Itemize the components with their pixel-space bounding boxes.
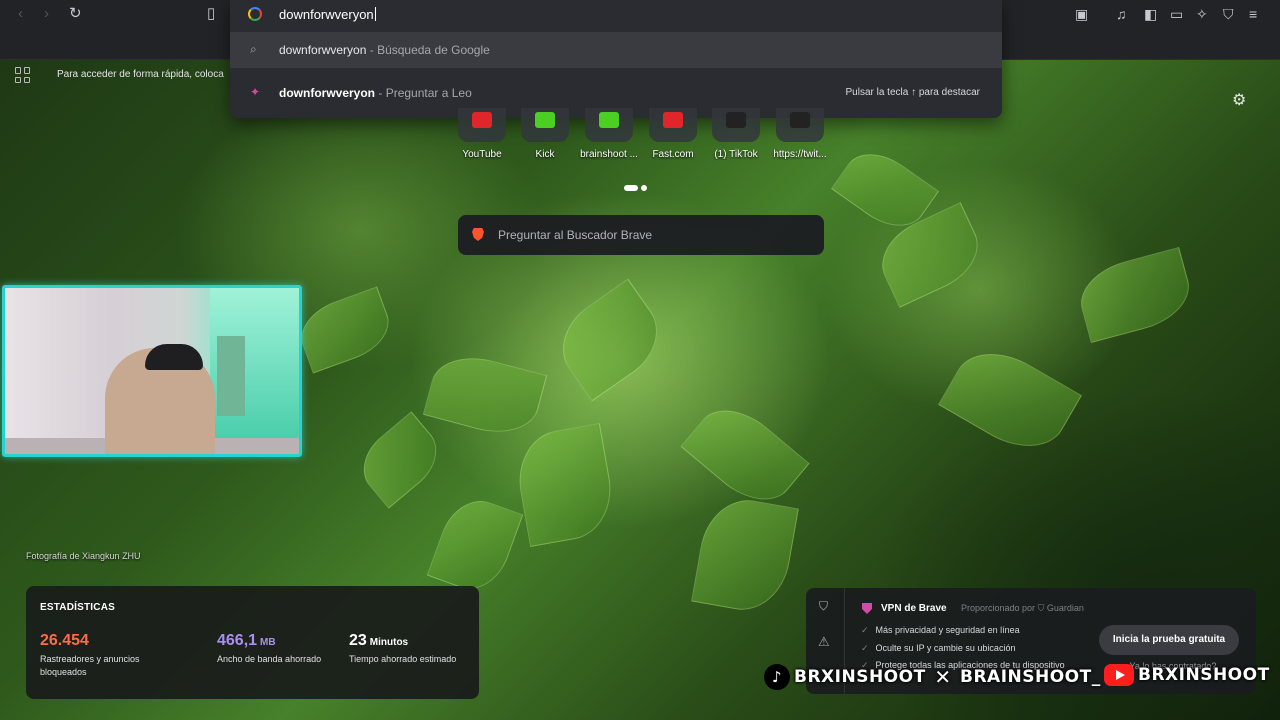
vpn-provider: Proporcionado por ⛉ Guardian	[961, 603, 1084, 613]
suggestion-term: downforwveryon	[279, 86, 376, 100]
bookmark-icon[interactable]: ▯	[207, 6, 215, 22]
stat-bandwidth: 466,1 MB Ancho de banda ahorrado	[217, 632, 327, 666]
vpn-title: VPN de Brave	[881, 603, 947, 614]
omnibox-dropdown: downforwveryon ⌕ downforwveryon - Búsque…	[230, 0, 1002, 118]
keyboard-hint: Pulsar la tecla ↑ para destacar	[845, 87, 980, 98]
brave-search-box[interactable]: Preguntar al Buscador Brave	[458, 215, 824, 255]
screenshot-icon[interactable]: ▣	[1075, 6, 1088, 23]
top-site-youtube[interactable]: YouTube	[450, 108, 514, 160]
stats-heading: ESTADÍSTICAS	[40, 602, 115, 613]
search-placeholder: Preguntar al Buscador Brave	[498, 228, 653, 242]
google-icon	[248, 7, 262, 21]
top-sites-pager[interactable]	[624, 178, 650, 196]
suggestion-detail: Preguntar a Leo	[385, 86, 472, 100]
vpn-feature: ✓ Más privacidad y seguridad en línea	[861, 625, 1020, 635]
top-site-label: Fast.com	[652, 149, 694, 160]
suggestion-detail: Búsqueda de Google	[377, 43, 490, 57]
top-site-label: https://twit...	[773, 149, 827, 160]
stat-desc: Tiempo ahorrado estimado	[349, 654, 457, 664]
stat-value: 23	[349, 632, 367, 649]
top-site-twitter[interactable]: https://twit...	[768, 108, 832, 160]
stat-value: 466,1	[217, 632, 258, 649]
leo-ai-icon[interactable]: ✧	[1196, 6, 1208, 23]
tiktok-icon	[726, 112, 746, 128]
bookmarks-hint: Para acceder de forma rápida, coloca	[57, 69, 224, 80]
top-site-kick[interactable]: Kick	[513, 108, 577, 160]
brave-logo-icon	[472, 228, 484, 241]
address-input[interactable]: downforwveryon	[279, 7, 376, 22]
photo-credit[interactable]: Fotografía de Xiangkun ZHU	[26, 551, 141, 561]
check-icon: ✓	[861, 643, 869, 653]
menu-icon[interactable]: ≡	[1249, 6, 1257, 22]
leo-icon: ✦	[250, 85, 261, 99]
suggestion-ask-leo[interactable]: ✦ downforwveryon - Preguntar a Leo Pulsa…	[230, 75, 1002, 111]
top-site-label: YouTube	[462, 149, 502, 160]
stat-unit: MB	[260, 637, 276, 648]
youtube-icon	[1104, 664, 1134, 686]
top-site-brainshoot[interactable]: brainshoot ...	[577, 108, 641, 160]
check-icon: ✓	[861, 625, 869, 635]
stats-widget: ESTADÍSTICAS 26.454 Rastreadores y anunc…	[26, 586, 479, 699]
social-x: ✕ BRAINSHOOT_	[930, 664, 1101, 692]
tiktok-icon: ♪	[764, 664, 790, 690]
address-bar[interactable]: downforwveryon	[230, 0, 1002, 30]
fast-icon	[663, 112, 683, 128]
vpn-shield-icon[interactable]: ⛉	[819, 599, 828, 614]
social-tiktok: ♪ BRXINSHOOT	[764, 664, 926, 692]
stat-desc: Rastreadores y anuncios bloqueados	[40, 654, 140, 677]
settings-gear-icon[interactable]: ⚙	[1232, 90, 1246, 110]
vpn-feature: ✓ Oculte su IP y cambie su ubicación	[861, 643, 1016, 653]
x-icon	[790, 112, 810, 128]
shield-icon[interactable]: ⛉	[1223, 6, 1234, 23]
stat-trackers: 26.454 Rastreadores y anuncios bloqueado…	[40, 632, 150, 679]
reload-icon[interactable]: ↻	[69, 6, 82, 22]
stat-desc: Ancho de banda ahorrado	[217, 654, 322, 664]
x-icon: ✕	[934, 665, 952, 689]
stat-time: 23 Minutos Tiempo ahorrado estimado	[349, 632, 459, 666]
social-youtube: BRXINSHOOT	[1104, 664, 1270, 692]
kick-icon	[599, 112, 619, 128]
start-trial-button[interactable]: Inicia la prueba gratuita	[1099, 625, 1239, 655]
top-site-tiktok[interactable]: (1) TikTok	[704, 108, 768, 160]
back-icon[interactable]: ‹	[18, 6, 23, 22]
youtube-icon	[472, 112, 492, 128]
warning-icon[interactable]: ⚠	[818, 634, 830, 650]
vpn-logo-icon	[862, 603, 872, 614]
wallet-icon[interactable]: ▭	[1170, 6, 1183, 23]
top-site-label: brainshoot ...	[580, 149, 638, 160]
stat-unit: Minutos	[369, 637, 409, 648]
top-site-label: Kick	[535, 149, 555, 160]
sidebar-icon[interactable]: ◧	[1144, 6, 1157, 23]
kick-icon	[535, 112, 555, 128]
stat-value: 26.454	[40, 632, 89, 649]
apps-icon[interactable]	[15, 67, 31, 83]
forward-icon[interactable]: ›	[44, 6, 49, 22]
suggestion-term: downforwveryon	[279, 43, 367, 57]
music-icon[interactable]: ♫	[1116, 6, 1127, 22]
search-icon: ⌕	[250, 42, 257, 56]
webcam-overlay	[2, 285, 302, 457]
top-site-label: (1) TikTok	[714, 149, 758, 160]
top-site-fast[interactable]: Fast.com	[641, 108, 705, 160]
suggestion-google-search[interactable]: ⌕ downforwveryon - Búsqueda de Google	[230, 32, 1002, 68]
